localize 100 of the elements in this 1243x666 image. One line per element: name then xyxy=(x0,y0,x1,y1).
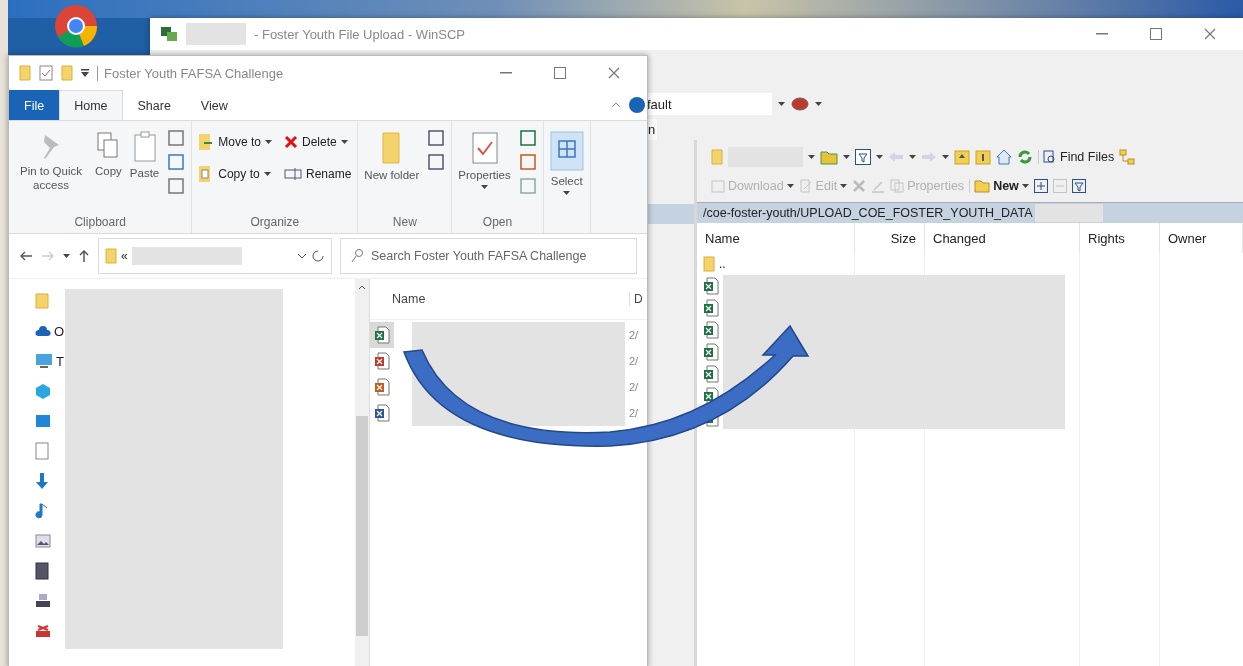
new-button[interactable]: New xyxy=(969,178,1029,193)
refresh-icon[interactable] xyxy=(1017,148,1033,165)
ribbon-button[interactable]: Copy xyxy=(95,125,122,179)
session-combo[interactable]: fault xyxy=(645,93,772,115)
excel-file-icon xyxy=(703,299,719,317)
column-header[interactable]: Changed xyxy=(925,223,1080,253)
caret-icon[interactable] xyxy=(909,154,916,159)
new-folder-icon xyxy=(380,131,403,165)
folder-icon xyxy=(19,64,31,82)
network-drive-icon[interactable] xyxy=(35,623,51,639)
chevron-down-icon[interactable] xyxy=(297,253,307,259)
ribbon-button[interactable]: Delete xyxy=(283,133,352,151)
maximize-icon[interactable] xyxy=(1150,28,1162,40)
excel-file-icon xyxy=(703,321,719,339)
winscp-logo-icon xyxy=(160,26,178,42)
paste-icon xyxy=(132,131,157,163)
ribbon-group-label: New xyxy=(391,215,418,231)
column-header[interactable]: Size xyxy=(855,223,925,253)
search-icon xyxy=(1043,149,1057,164)
caret-icon[interactable] xyxy=(264,140,272,144)
nav-item-label[interactable]: T xyxy=(56,353,64,369)
file-row[interactable] xyxy=(370,322,394,348)
ribbon-button[interactable]: Properties xyxy=(458,125,511,190)
close-icon[interactable] xyxy=(1204,28,1216,40)
collapse-icon[interactable] xyxy=(611,102,621,108)
word-file-icon xyxy=(374,404,390,422)
properties-icon[interactable] xyxy=(39,65,53,81)
parent-directory-icon xyxy=(703,256,715,272)
scrollbar[interactable] xyxy=(355,279,370,666)
ribbon-button[interactable]: Rename xyxy=(283,165,352,183)
remote-path-bar[interactable]: /coe-foster-youth/UPLOAD_COE_FOSTER_YOUTH_DATA xyxy=(697,202,1243,223)
properties-icon xyxy=(890,178,905,193)
desktop-icon[interactable] xyxy=(35,414,51,428)
filter-icon[interactable] xyxy=(855,148,871,165)
column-header[interactable]: Name xyxy=(370,292,629,306)
ribbon-button[interactable]: Move to xyxy=(198,133,272,151)
download-icon[interactable] xyxy=(35,472,49,490)
caret-icon[interactable] xyxy=(1021,183,1029,188)
home-icon[interactable] xyxy=(996,148,1012,165)
scroll-up-icon[interactable] xyxy=(358,285,366,290)
find-files-button[interactable]: Find Files xyxy=(1038,149,1115,164)
caret-icon[interactable] xyxy=(843,154,850,159)
filter-icon[interactable] xyxy=(1071,178,1086,193)
plus-icon[interactable] xyxy=(1033,178,1048,193)
caret-icon[interactable] xyxy=(263,172,271,176)
back-arrow-icon[interactable] xyxy=(19,250,33,262)
ribbon-tab[interactable]: Home xyxy=(59,90,123,120)
date-cell-text: 2/ xyxy=(629,329,640,341)
caret-icon[interactable] xyxy=(808,154,815,159)
video-icon[interactable] xyxy=(35,562,49,580)
caret-icon[interactable] xyxy=(340,140,348,144)
session-icon[interactable] xyxy=(791,96,809,112)
caret-icon[interactable] xyxy=(815,102,822,106)
column-header[interactable]: Name xyxy=(697,223,855,253)
nav-item-label[interactable]: O xyxy=(54,323,65,339)
excel-file-icon xyxy=(374,326,390,344)
root-folder-icon[interactable] xyxy=(975,148,991,165)
folder-icon xyxy=(35,292,49,310)
caret-icon[interactable] xyxy=(942,154,949,159)
select-icon xyxy=(549,131,584,171)
caret-icon[interactable] xyxy=(63,254,70,258)
column-header[interactable]: D xyxy=(629,292,647,306)
ribbon-button[interactable]: New folder xyxy=(364,125,420,183)
close-icon[interactable] xyxy=(608,67,620,79)
caret-icon[interactable] xyxy=(563,191,571,196)
ribbon-button[interactable]: Copy to xyxy=(198,165,272,183)
up-arrow-icon[interactable] xyxy=(78,249,90,263)
music-icon[interactable] xyxy=(35,502,49,520)
ribbon-button[interactable]: Pin to Quick access xyxy=(15,125,87,193)
maximize-icon[interactable] xyxy=(554,67,566,79)
copy-icon xyxy=(96,131,121,161)
drive-icon[interactable] xyxy=(35,593,51,609)
dropdown-icon[interactable] xyxy=(81,69,89,77)
computer-icon[interactable] xyxy=(35,353,53,369)
refresh-icon[interactable] xyxy=(311,249,325,263)
pdf-file-icon xyxy=(374,352,390,370)
browser-shortcut-icon[interactable] xyxy=(54,4,98,48)
caret-icon[interactable] xyxy=(876,154,883,159)
caret-icon[interactable] xyxy=(481,185,488,190)
presentation-file-icon xyxy=(374,378,390,396)
new-folder-icon xyxy=(974,178,991,193)
column-header[interactable]: Rights xyxy=(1080,223,1160,253)
parent-folder-icon[interactable] xyxy=(954,148,970,165)
cloud-icon[interactable] xyxy=(35,325,51,337)
help-icon[interactable] xyxy=(629,97,645,113)
ribbon-tab[interactable]: File xyxy=(9,90,60,120)
cube-icon[interactable] xyxy=(35,383,51,399)
caret-icon[interactable] xyxy=(778,102,785,106)
new-folder-icon xyxy=(61,64,73,82)
pictures-icon[interactable] xyxy=(35,534,51,548)
folder-icon xyxy=(105,247,117,265)
delete-icon xyxy=(283,135,298,149)
search-placeholder: Search Foster Youth FAFSA Challenge xyxy=(371,249,587,263)
ribbon-button[interactable]: Select xyxy=(549,125,584,196)
ribbon-button[interactable]: Paste xyxy=(129,125,160,181)
redaction-block xyxy=(186,23,246,45)
address-bar[interactable]: « xyxy=(98,238,332,274)
move-icon xyxy=(198,133,215,151)
column-header[interactable]: Owner xyxy=(1160,223,1243,253)
search-field[interactable]: Search Foster Youth FAFSA Challenge xyxy=(340,238,637,274)
